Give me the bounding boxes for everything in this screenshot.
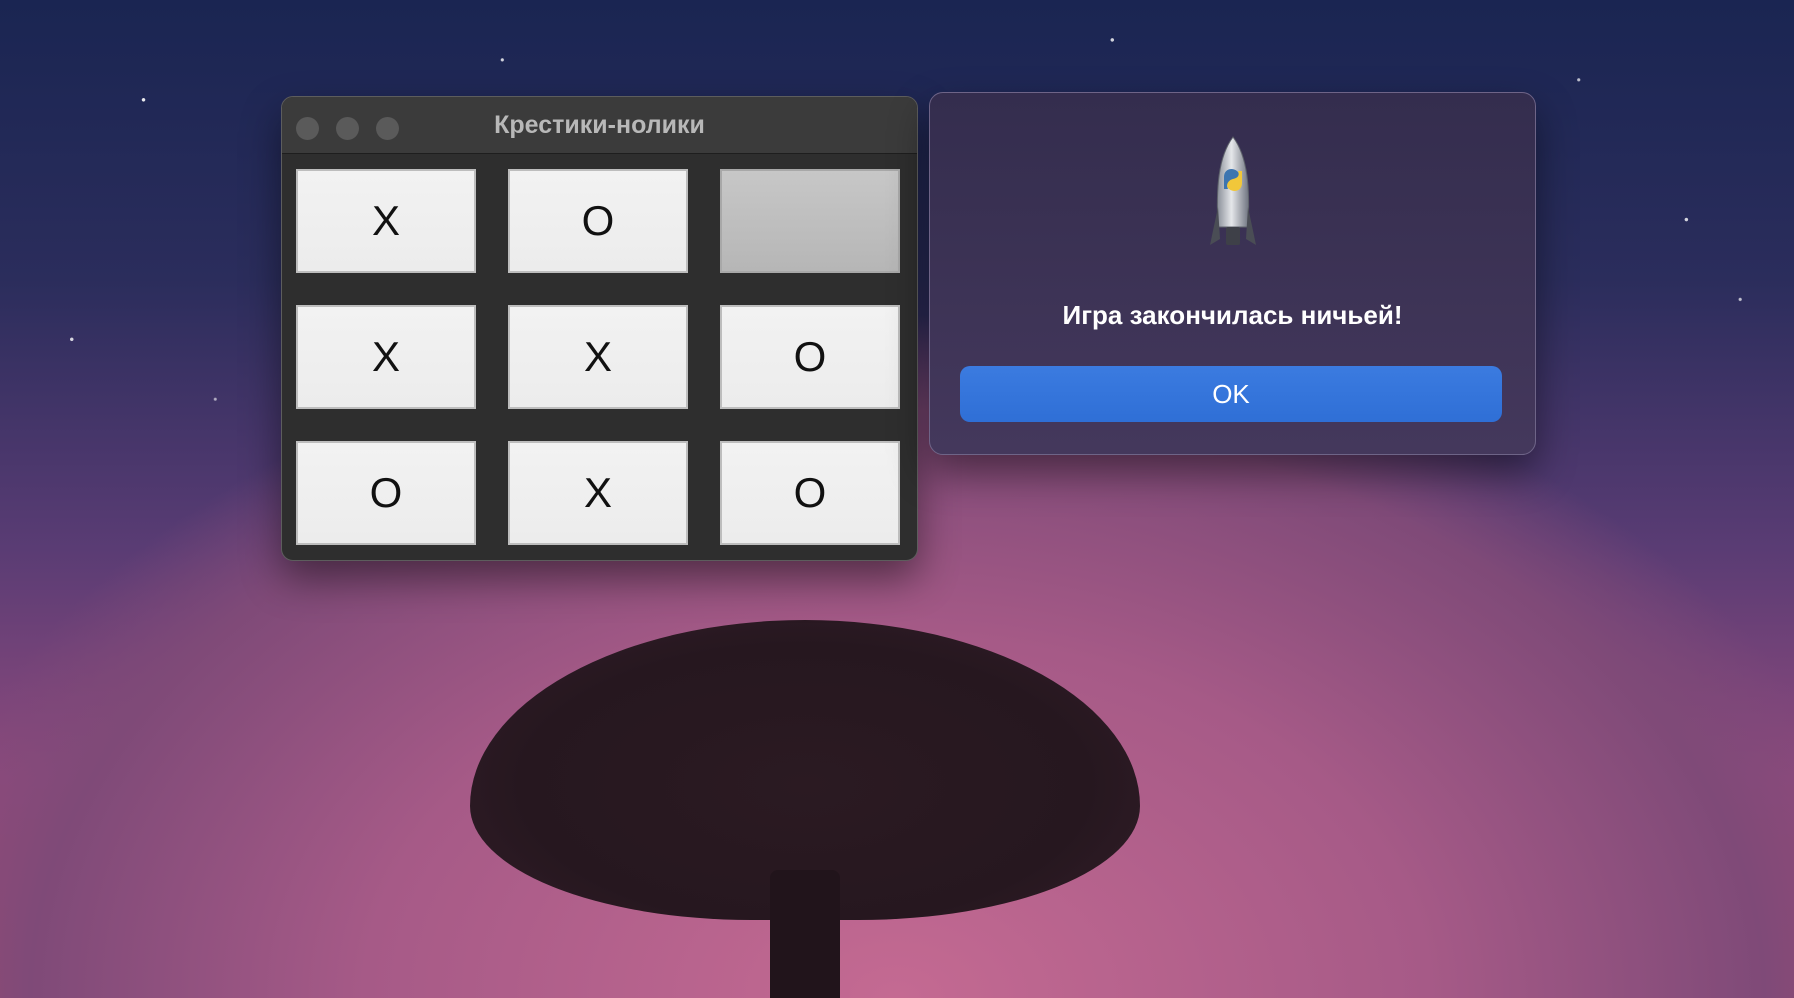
tictactoe-window: Крестики-нолики X O X X O O X O bbox=[281, 96, 918, 561]
board-cell-7[interactable]: O bbox=[296, 441, 476, 545]
tree-trunk bbox=[770, 870, 840, 998]
dialog-message: Игра закончилась ничьей! bbox=[1062, 300, 1403, 330]
board-cell-9[interactable]: O bbox=[720, 441, 900, 545]
board-cell-8[interactable]: X bbox=[508, 441, 688, 545]
board-cell-3[interactable] bbox=[720, 169, 900, 273]
board-cell-4[interactable]: X bbox=[296, 305, 476, 409]
ok-button[interactable]: OK bbox=[960, 366, 1502, 422]
window-title: Крестики-нолики bbox=[494, 111, 705, 139]
python-rocket-icon bbox=[1210, 136, 1256, 245]
board-cell-5[interactable]: X bbox=[508, 305, 688, 409]
window-titlebar[interactable]: Крестики-нолики bbox=[282, 97, 917, 154]
board-cell-1[interactable]: X bbox=[296, 169, 476, 273]
board-cell-6[interactable]: O bbox=[720, 305, 900, 409]
result-dialog: Игра закончилась ничьей! OK bbox=[929, 92, 1536, 455]
board-cell-2[interactable]: O bbox=[508, 169, 688, 273]
game-board: X O X X O O X O bbox=[296, 169, 900, 545]
tree-silhouette bbox=[470, 620, 1140, 998]
